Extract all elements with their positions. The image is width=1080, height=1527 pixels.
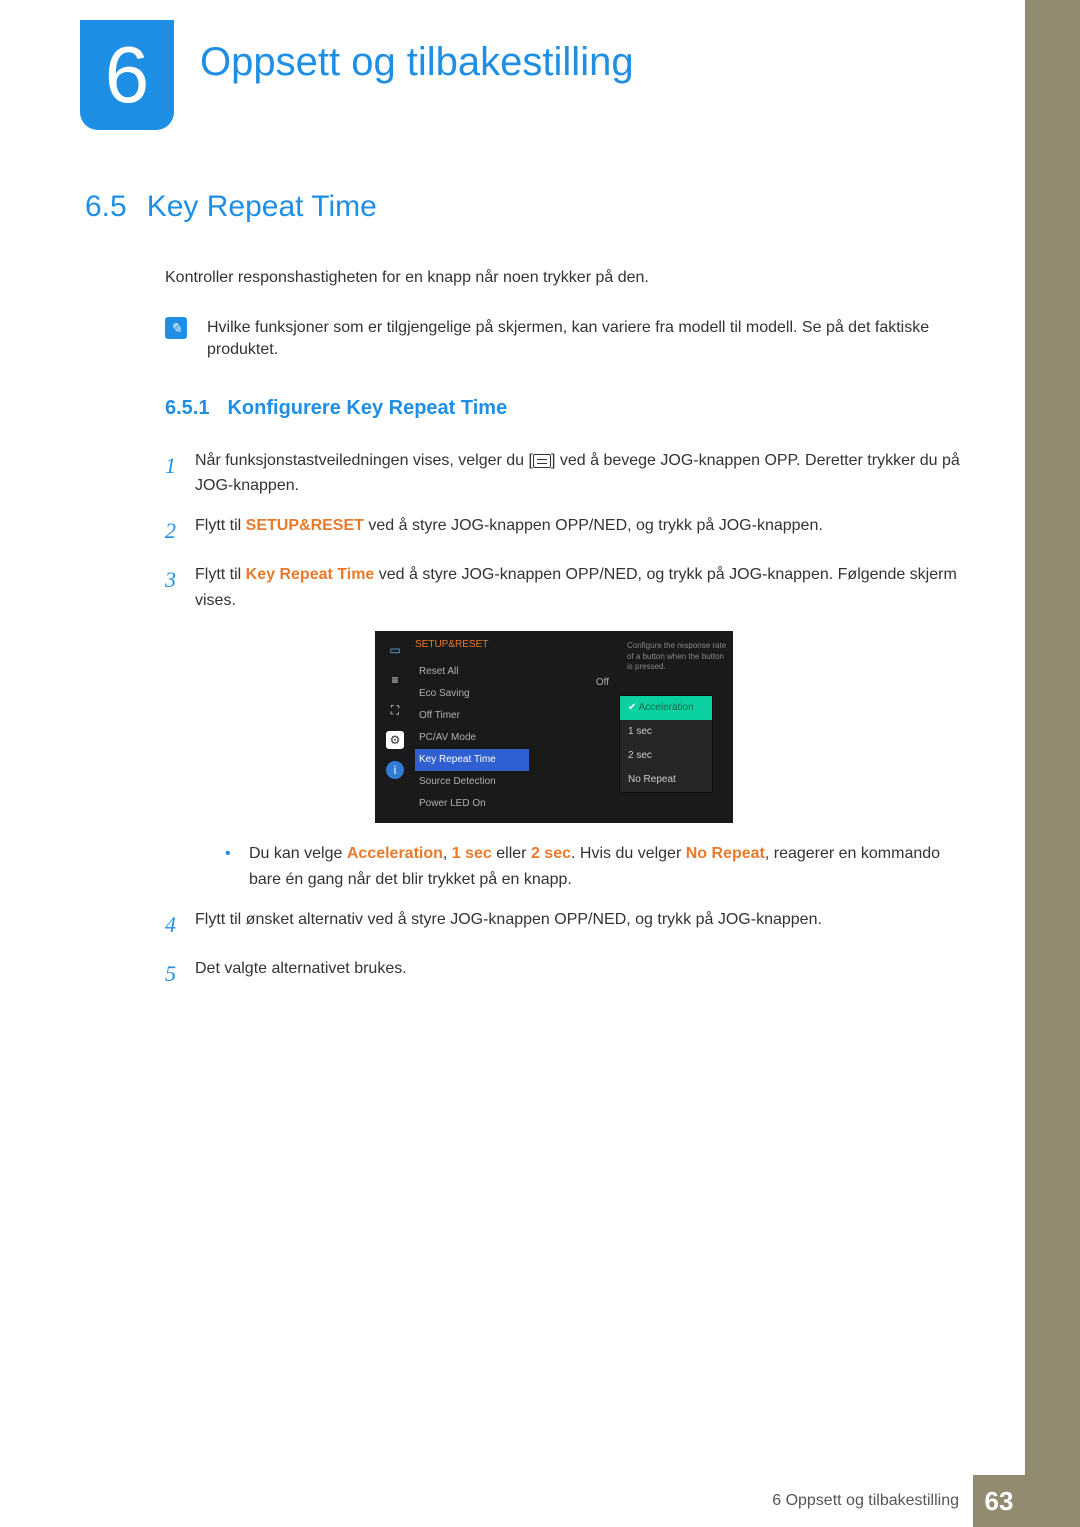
osd-opt-nr: No Repeat [620, 768, 712, 792]
side-stripe [1025, 0, 1080, 1527]
opt-1sec: 1 sec [452, 845, 492, 862]
osd-opt-1s: 1 sec [620, 720, 712, 744]
opt-accel: Acceleration [347, 845, 443, 862]
step-3: 3 Flytt til Key Repeat Time ved å styre … [165, 562, 965, 892]
osd-opt-accel: Acceleration [620, 696, 712, 720]
opt-2sec: 2 sec [531, 845, 571, 862]
info-icon: i [386, 761, 404, 779]
osd-option-panel: Acceleration 1 sec 2 sec No Repeat [619, 695, 713, 793]
subsection-number: 6.5.1 [165, 397, 209, 419]
osd-eco-value: Off [529, 675, 609, 691]
step-number: 3 [165, 562, 195, 892]
footer-label: 6 Oppsett og tilbakestilling [772, 1492, 959, 1510]
osd-item-led: Power LED On [415, 793, 529, 815]
osd-header: SETUP&RESET [415, 637, 529, 653]
osd-iconbar: ▭ ≡ ⛶ ⚙ i [381, 637, 409, 815]
comma: , [443, 845, 452, 862]
step4-text: Flytt til ønsket alternativ ved å styre … [195, 907, 965, 942]
osd-menu: SETUP&RESET Reset All Eco Saving Off Tim… [409, 637, 529, 815]
chapter-tab: 6 [80, 20, 174, 130]
chapter-number: 6 [105, 30, 150, 119]
menu-icon [533, 454, 551, 468]
bullet-icon: • [225, 841, 249, 892]
osd-values: Off [529, 637, 619, 815]
step-number: 5 [165, 956, 195, 991]
osd-description: Configure the response rate of a button … [627, 641, 727, 672]
note-block: ✎ Hvilke funksjoner som er tilgjengelige… [165, 317, 965, 362]
step2-text-a: Flytt til [195, 517, 246, 534]
step-5: 5 Det valgte alternativet brukes. [165, 956, 965, 991]
osd-opt-2s: 2 sec [620, 744, 712, 768]
osd-item-pcav: PC/AV Mode [415, 727, 529, 749]
gear-icon: ⚙ [386, 731, 404, 749]
list-icon: ≡ [386, 671, 404, 689]
osd-popup: Configure the response rate of a button … [619, 637, 727, 815]
step-number: 1 [165, 448, 195, 499]
step-number: 4 [165, 907, 195, 942]
section-intro: Kontroller responshastigheten for en kna… [165, 269, 965, 287]
step-1: 1 Når funksjonstastveiledningen vises, v… [165, 448, 965, 499]
page-number: 63 [973, 1475, 1025, 1527]
section-title: Key Repeat Time [147, 190, 377, 223]
step-2: 2 Flytt til SETUP&RESET ved å styre JOG-… [165, 513, 965, 548]
note-icon: ✎ [165, 317, 187, 339]
subsection-heading: 6.5.1 Konfigurere Key Repeat Time [165, 397, 965, 420]
osd-item-keyrepeat: Key Repeat Time [415, 749, 529, 771]
osd-screenshot: ▭ ≡ ⛶ ⚙ i SETUP&RESET Reset All Eco Savi… [375, 631, 733, 823]
osd-item-eco: Eco Saving [415, 683, 529, 705]
step2-text-c: ved å styre JOG-knappen OPP/NED, og tryk… [364, 517, 823, 534]
resize-icon: ⛶ [386, 701, 404, 719]
key-repeat-label: Key Repeat Time [246, 566, 375, 583]
step3-text-a: Flytt til [195, 566, 246, 583]
step1-text-a: Når funksjonstastveiledningen vises, vel… [195, 452, 533, 469]
step-number: 2 [165, 513, 195, 548]
step3-bullet: • Du kan velge Acceleration, 1 sec eller… [225, 841, 965, 892]
opt-norepeat: No Repeat [686, 845, 765, 862]
step5-text: Det valgte alternativet brukes. [195, 956, 965, 991]
chapter-title: Oppsett og tilbakestilling [200, 40, 634, 85]
bullet-text-a: Du kan velge [249, 845, 347, 862]
osd-item-source: Source Detection [415, 771, 529, 793]
subsection-title: Konfigurere Key Repeat Time [227, 397, 507, 419]
section-heading: 6.5 Key Repeat Time [85, 190, 965, 224]
page-footer: 6 Oppsett og tilbakestilling 63 [0, 1475, 1025, 1527]
step-4: 4 Flytt til ønsket alternativ ved å styr… [165, 907, 965, 942]
section-number: 6.5 [85, 190, 127, 223]
setup-reset-label: SETUP&RESET [246, 517, 364, 534]
osd-item-reset: Reset All [415, 661, 529, 683]
note-text: Hvilke funksjoner som er tilgjengelige p… [207, 317, 965, 362]
bullet-text-b: . Hvis du velger [571, 845, 686, 862]
osd-item-offtimer: Off Timer [415, 705, 529, 727]
monitor-icon: ▭ [386, 641, 404, 659]
or-word: eller [492, 845, 531, 862]
